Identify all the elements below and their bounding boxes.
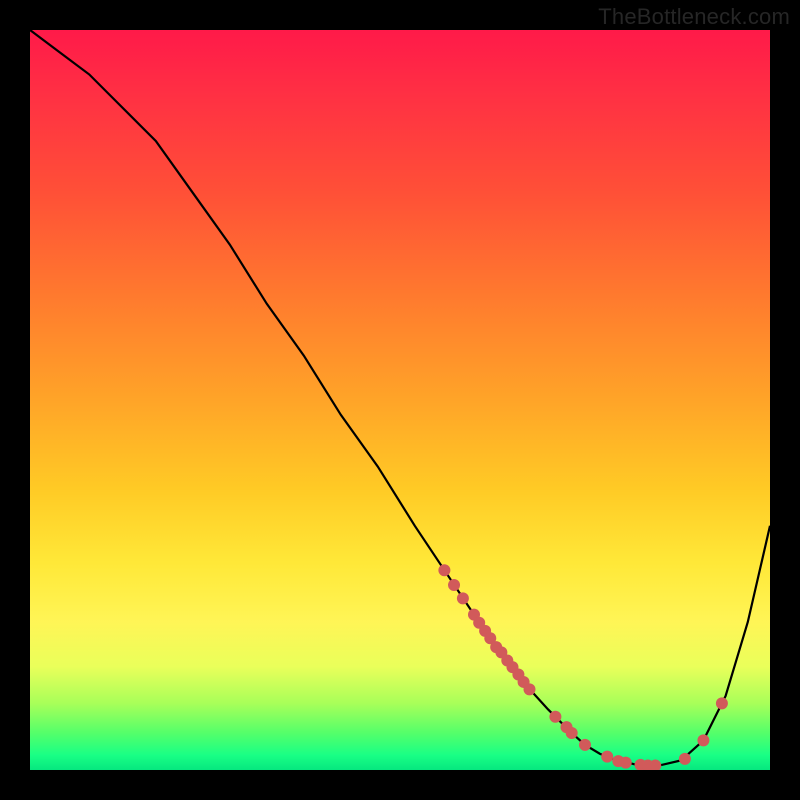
marker-dot <box>601 751 613 763</box>
marker-dot <box>679 753 691 765</box>
watermark-label: TheBottleneck.com <box>598 4 790 30</box>
markers <box>438 564 728 770</box>
marker-dot <box>438 564 450 576</box>
marker-dot <box>566 727 578 739</box>
bottleneck-curve <box>30 30 770 766</box>
marker-dot <box>549 711 561 723</box>
chart-container: TheBottleneck.com <box>0 0 800 800</box>
plot-area <box>30 30 770 770</box>
marker-dot <box>524 683 536 695</box>
marker-dot <box>457 592 469 604</box>
marker-dot <box>620 757 632 769</box>
marker-dot <box>448 579 460 591</box>
marker-dot <box>579 739 591 751</box>
marker-dot <box>716 697 728 709</box>
marker-dot <box>697 734 709 746</box>
chart-svg <box>30 30 770 770</box>
